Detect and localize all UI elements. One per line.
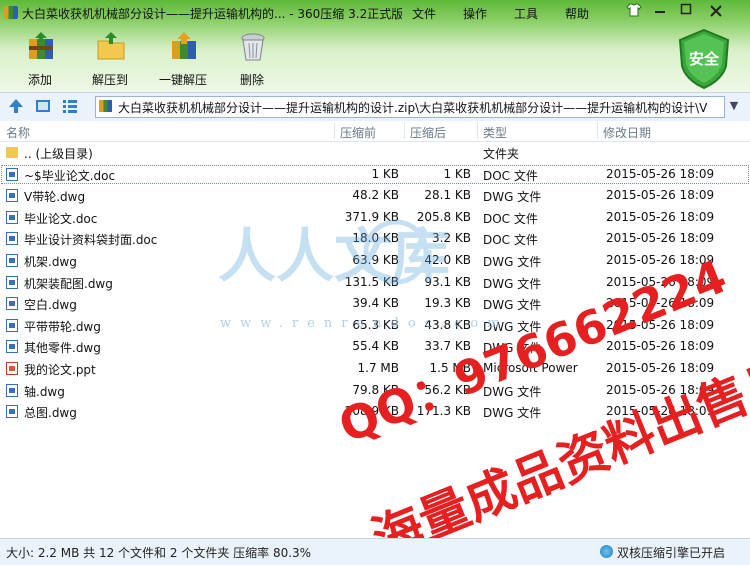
column-original-size[interactable]: 压缩前: [340, 124, 376, 141]
address-dropdown-icon[interactable]: ▼: [724, 96, 744, 116]
app-icon: [4, 6, 18, 19]
dwg-file-icon: [6, 189, 18, 203]
file-name: 我的论文.ppt: [24, 362, 96, 377]
file-original-size: 48.2 KB: [352, 188, 399, 203]
column-modified-date[interactable]: 修改日期: [603, 124, 651, 141]
doc-file-icon: [6, 210, 18, 224]
top-band: 大白菜收获机机械部分设计——提升运输机构的... - 360压缩 3.2正式版 …: [0, 0, 750, 92]
menu-operations[interactable]: 操作: [463, 5, 487, 22]
column-divider[interactable]: [477, 123, 478, 139]
extract-to-button[interactable]: 解压到: [80, 30, 140, 88]
file-name: 其他零件.dwg: [24, 341, 101, 356]
dual-core-engine-icon: [600, 545, 613, 558]
list-view-icon[interactable]: [62, 98, 78, 114]
minimize-icon[interactable]: [650, 3, 670, 21]
file-type: DWG 文件: [483, 298, 542, 313]
menu-file[interactable]: 文件: [412, 5, 436, 22]
status-summary: 大小: 2.2 MB 共 12 个文件和 2 个文件夹 压缩率 80.3%: [6, 546, 312, 560]
watermark-logo: 人人文库: [218, 219, 450, 288]
delete-label: 删除: [239, 73, 264, 87]
file-type: DOC 文件: [483, 168, 538, 183]
list-item[interactable]: ~$毕业论文.doc 1 KB 1 KB DOC 文件 2015-05-26 1…: [0, 164, 750, 186]
file-name: 机架.dwg: [24, 254, 77, 269]
address-bar[interactable]: 大白菜收获机机械部分设计——提升运输机构的设计.zip\大白菜收获机机械部分设计…: [95, 96, 725, 118]
file-name: 空白.dwg: [24, 298, 77, 313]
dwg-file-icon: [6, 383, 18, 397]
address-path: 大白菜收获机机械部分设计——提升运输机构的设计.zip\大白菜收获机机械部分设计…: [118, 101, 708, 115]
trash-icon: [241, 33, 265, 61]
file-date: 2015-05-26 18:09: [606, 231, 715, 246]
file-compressed-size: 28.1 KB: [424, 188, 471, 203]
one-click-extract-label: 一键解压: [158, 73, 207, 87]
file-compressed-size: 19.3 KB: [424, 296, 471, 311]
file-type: 文件夹: [483, 147, 520, 161]
dual-core-label: 双核压缩引擎已开启: [617, 546, 726, 560]
file-name: .. (上级目录): [24, 147, 93, 161]
column-divider[interactable]: [597, 123, 598, 139]
dwg-file-icon: [6, 275, 18, 289]
add-archive-icon: [29, 32, 53, 59]
close-icon[interactable]: [706, 3, 726, 21]
column-divider[interactable]: [334, 123, 335, 139]
one-click-extract-icon: [172, 32, 196, 59]
file-compressed-size: 1 KB: [443, 166, 471, 181]
title-bar: 大白菜收获机机械部分设计——提升运输机构的... - 360压缩 3.2正式版 …: [0, 0, 750, 26]
up-arrow-icon[interactable]: [8, 98, 24, 114]
column-compressed-size[interactable]: 压缩后: [410, 124, 446, 141]
menu-help[interactable]: 帮助: [565, 5, 589, 22]
file-date: 2015-05-26 18:09: [606, 188, 715, 203]
doc-file-icon: [6, 232, 18, 246]
extract-folder-icon: [97, 32, 125, 60]
file-name: V带轮.dwg: [24, 190, 86, 205]
extract-label: 解压到: [91, 73, 128, 87]
add-button[interactable]: 添加: [10, 30, 70, 88]
file-original-size: 55.4 KB: [352, 339, 399, 354]
file-date: 2015-05-26 18:09: [606, 166, 715, 181]
security-label: 安全: [688, 50, 719, 68]
file-list-header: 名称 压缩前 压缩后 类型 修改日期: [0, 121, 750, 142]
dwg-file-icon: [6, 297, 18, 311]
large-icon-view-icon[interactable]: [35, 98, 51, 114]
dwg-file-icon: [6, 253, 18, 267]
file-name: 毕业论文.doc: [24, 211, 98, 226]
file-name: 平带带轮.dwg: [24, 319, 101, 334]
file-name: ~$毕业论文.doc: [24, 168, 116, 183]
status-bar: 大小: 2.2 MB 共 12 个文件和 2 个文件夹 压缩率 80.3% 双核…: [0, 538, 750, 565]
list-item[interactable]: .. (上级目录) 文件夹: [0, 142, 750, 164]
maximize-icon[interactable]: [676, 3, 696, 21]
file-name: 总图.dwg: [24, 406, 77, 421]
address-row: 大白菜收获机机械部分设计——提升运输机构的设计.zip\大白菜收获机机械部分设计…: [0, 92, 750, 122]
dwg-file-icon: [6, 340, 18, 354]
column-divider[interactable]: [404, 123, 405, 139]
folder-icon: [6, 147, 18, 158]
column-type[interactable]: 类型: [483, 124, 507, 141]
skin-icon[interactable]: [624, 3, 644, 21]
file-date: 2015-05-26 18:09: [606, 209, 715, 224]
security-shield-button[interactable]: 安全: [676, 28, 732, 90]
delete-button[interactable]: 删除: [222, 30, 282, 88]
file-name: 机架装配图.dwg: [24, 276, 113, 291]
file-original-size: 39.4 KB: [352, 296, 399, 311]
one-click-extract-button[interactable]: 一键解压: [153, 30, 213, 88]
file-original-size: 1 KB: [371, 166, 399, 181]
watermark-url: www.renrendoc.com: [220, 316, 509, 331]
ppt-file-icon: [6, 361, 18, 375]
doc-file-icon: [6, 167, 18, 181]
window-title: 大白菜收获机机械部分设计——提升运输机构的... - 360压缩 3.2正式版: [22, 7, 402, 21]
dwg-file-icon: [6, 405, 18, 419]
file-type: DWG 文件: [483, 406, 542, 421]
column-name[interactable]: 名称: [6, 124, 30, 141]
file-type: DWG 文件: [483, 190, 542, 205]
list-item[interactable]: V带轮.dwg 48.2 KB 28.1 KB DWG 文件 2015-05-2…: [0, 185, 750, 207]
dwg-file-icon: [6, 318, 18, 332]
archive-icon: [99, 100, 112, 112]
file-name: 轴.dwg: [24, 384, 65, 399]
add-label: 添加: [27, 73, 52, 87]
menu-tools[interactable]: 工具: [514, 5, 538, 22]
file-name: 毕业设计资料袋封面.doc: [24, 233, 158, 248]
